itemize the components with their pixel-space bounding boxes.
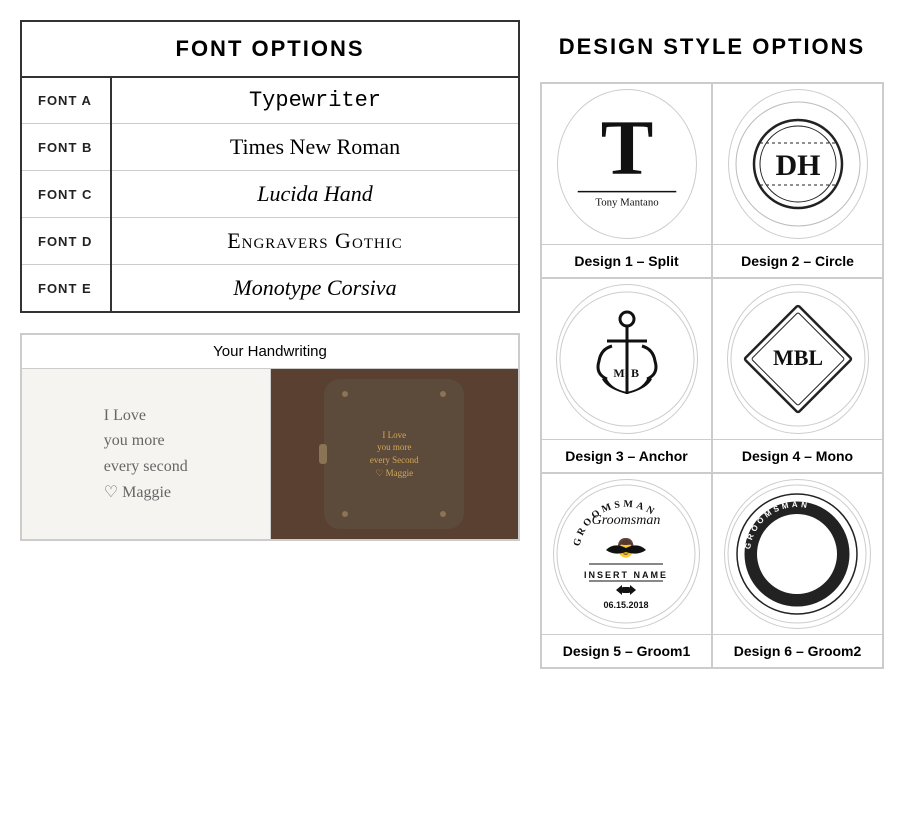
design-1-label: Design 1 – Split: [542, 244, 711, 277]
design-style-panel: DESIGN STYLE OPTIONS T Tony Mantano: [540, 20, 884, 796]
design-5-circle: GROOMSMAN 👨 INSERT NAME: [553, 479, 700, 629]
svg-text:T: T: [600, 105, 653, 192]
font-name-b: Times New Roman: [111, 124, 519, 171]
design-6-circle: DH GROOMSMAN 06. 30. 19: [724, 479, 871, 629]
watch-preview-box: I Loveyou moreevery Second♡ Maggie: [271, 369, 519, 539]
design-cell-1[interactable]: T Tony Mantano Design 1 – Split: [541, 83, 712, 278]
design-2-label: Design 2 – Circle: [713, 244, 882, 277]
font-name-a: Typewriter: [111, 77, 519, 124]
design-5-svg: GROOMSMAN 👨 INSERT NAME: [554, 482, 699, 627]
font-label-e: FONT E: [21, 265, 111, 313]
design-6-svg: DH GROOMSMAN 06. 30. 19: [725, 482, 870, 627]
design-4-label: Design 4 – Mono: [713, 439, 882, 472]
watch-screw-br: [440, 511, 446, 517]
design-cell-6[interactable]: DH GROOMSMAN 06. 30. 19: [712, 473, 883, 668]
font-label-b: FONT B: [21, 124, 111, 171]
watch-image: I Loveyou moreevery Second♡ Maggie: [324, 379, 464, 529]
handwritten-text: I Loveyou moreevery second♡ Maggie: [104, 403, 188, 505]
design-2-circle: DH: [728, 89, 868, 239]
svg-text:Tony Mantano: Tony Mantano: [595, 196, 658, 208]
handwriting-section: Your Handwriting I Loveyou moreevery sec…: [20, 333, 520, 541]
design-4-circle: MBL: [727, 284, 869, 434]
design-2-svg: DH: [733, 99, 863, 229]
design-3-preview: M B: [547, 279, 707, 439]
design-3-circle: M B: [556, 284, 698, 434]
design-1-preview: T Tony Mantano: [547, 84, 707, 244]
watch-knob: [319, 444, 327, 464]
handwriting-title: Your Handwriting: [22, 335, 518, 369]
design-4-preview: MBL: [718, 279, 878, 439]
font-name-e: Monotype Corsiva: [111, 265, 519, 313]
svg-text:DH: DH: [775, 538, 820, 571]
svg-text:M: M: [613, 366, 624, 380]
svg-text:06.15.2018: 06.15.2018: [603, 600, 648, 610]
font-table: FONT A Typewriter FONT B Times New Roman…: [20, 76, 520, 313]
design-6-preview: DH GROOMSMAN 06. 30. 19: [718, 474, 878, 634]
design-cell-4[interactable]: MBL Design 4 – Mono: [712, 278, 883, 473]
svg-text:DH: DH: [775, 149, 820, 182]
font-options-panel: FONT OPTIONS FONT A Typewriter FONT B Ti…: [20, 20, 520, 796]
design-1-circle: T Tony Mantano: [557, 89, 697, 239]
design-cell-5[interactable]: GROOMSMAN 👨 INSERT NAME: [541, 473, 712, 668]
font-name-c: Lucida Hand: [111, 171, 519, 218]
design-1-svg: T Tony Mantano: [558, 94, 696, 234]
font-row-d[interactable]: FONT D Engravers Gothic: [21, 218, 519, 265]
font-label-c: FONT C: [21, 171, 111, 218]
font-row-a[interactable]: FONT A Typewriter: [21, 77, 519, 124]
svg-text:INSERT NAME: INSERT NAME: [584, 570, 668, 580]
design-3-label: Design 3 – Anchor: [542, 439, 711, 472]
font-label-a: FONT A: [21, 77, 111, 124]
watch-screw-tl: [342, 391, 348, 397]
design-5-preview: GROOMSMAN 👨 INSERT NAME: [547, 474, 707, 634]
font-name-d: Engravers Gothic: [111, 218, 519, 265]
handwriting-paper-box: I Loveyou moreevery second♡ Maggie: [22, 369, 271, 539]
design-style-title: DESIGN STYLE OPTIONS: [540, 20, 884, 74]
font-row-b[interactable]: FONT B Times New Roman: [21, 124, 519, 171]
design-cell-3[interactable]: M B Design 3 – Anchor: [541, 278, 712, 473]
svg-text:MBL: MBL: [772, 345, 822, 370]
font-row-e[interactable]: FONT E Monotype Corsiva: [21, 265, 519, 313]
watch-screw-bl: [342, 511, 348, 517]
design-6-label: Design 6 – Groom2: [713, 634, 882, 667]
design-5-label: Design 5 – Groom1: [542, 634, 711, 667]
font-options-title: FONT OPTIONS: [20, 20, 520, 76]
design-grid: T Tony Mantano Design 1 – Split: [540, 82, 884, 669]
svg-text:B: B: [630, 366, 638, 380]
watch-engraving-text: I Loveyou moreevery Second♡ Maggie: [360, 419, 429, 489]
design-3-svg: M B: [557, 289, 697, 429]
design-4-svg: MBL: [728, 289, 868, 429]
font-label-d: FONT D: [21, 218, 111, 265]
design-2-preview: DH: [718, 84, 878, 244]
svg-text:Groomsman: Groomsman: [592, 513, 661, 528]
design-cell-2[interactable]: DH Design 2 – Circle: [712, 83, 883, 278]
handwriting-images: I Loveyou moreevery second♡ Maggie I Lov…: [22, 369, 518, 539]
watch-screw-tr: [440, 391, 446, 397]
font-row-c[interactable]: FONT C Lucida Hand: [21, 171, 519, 218]
